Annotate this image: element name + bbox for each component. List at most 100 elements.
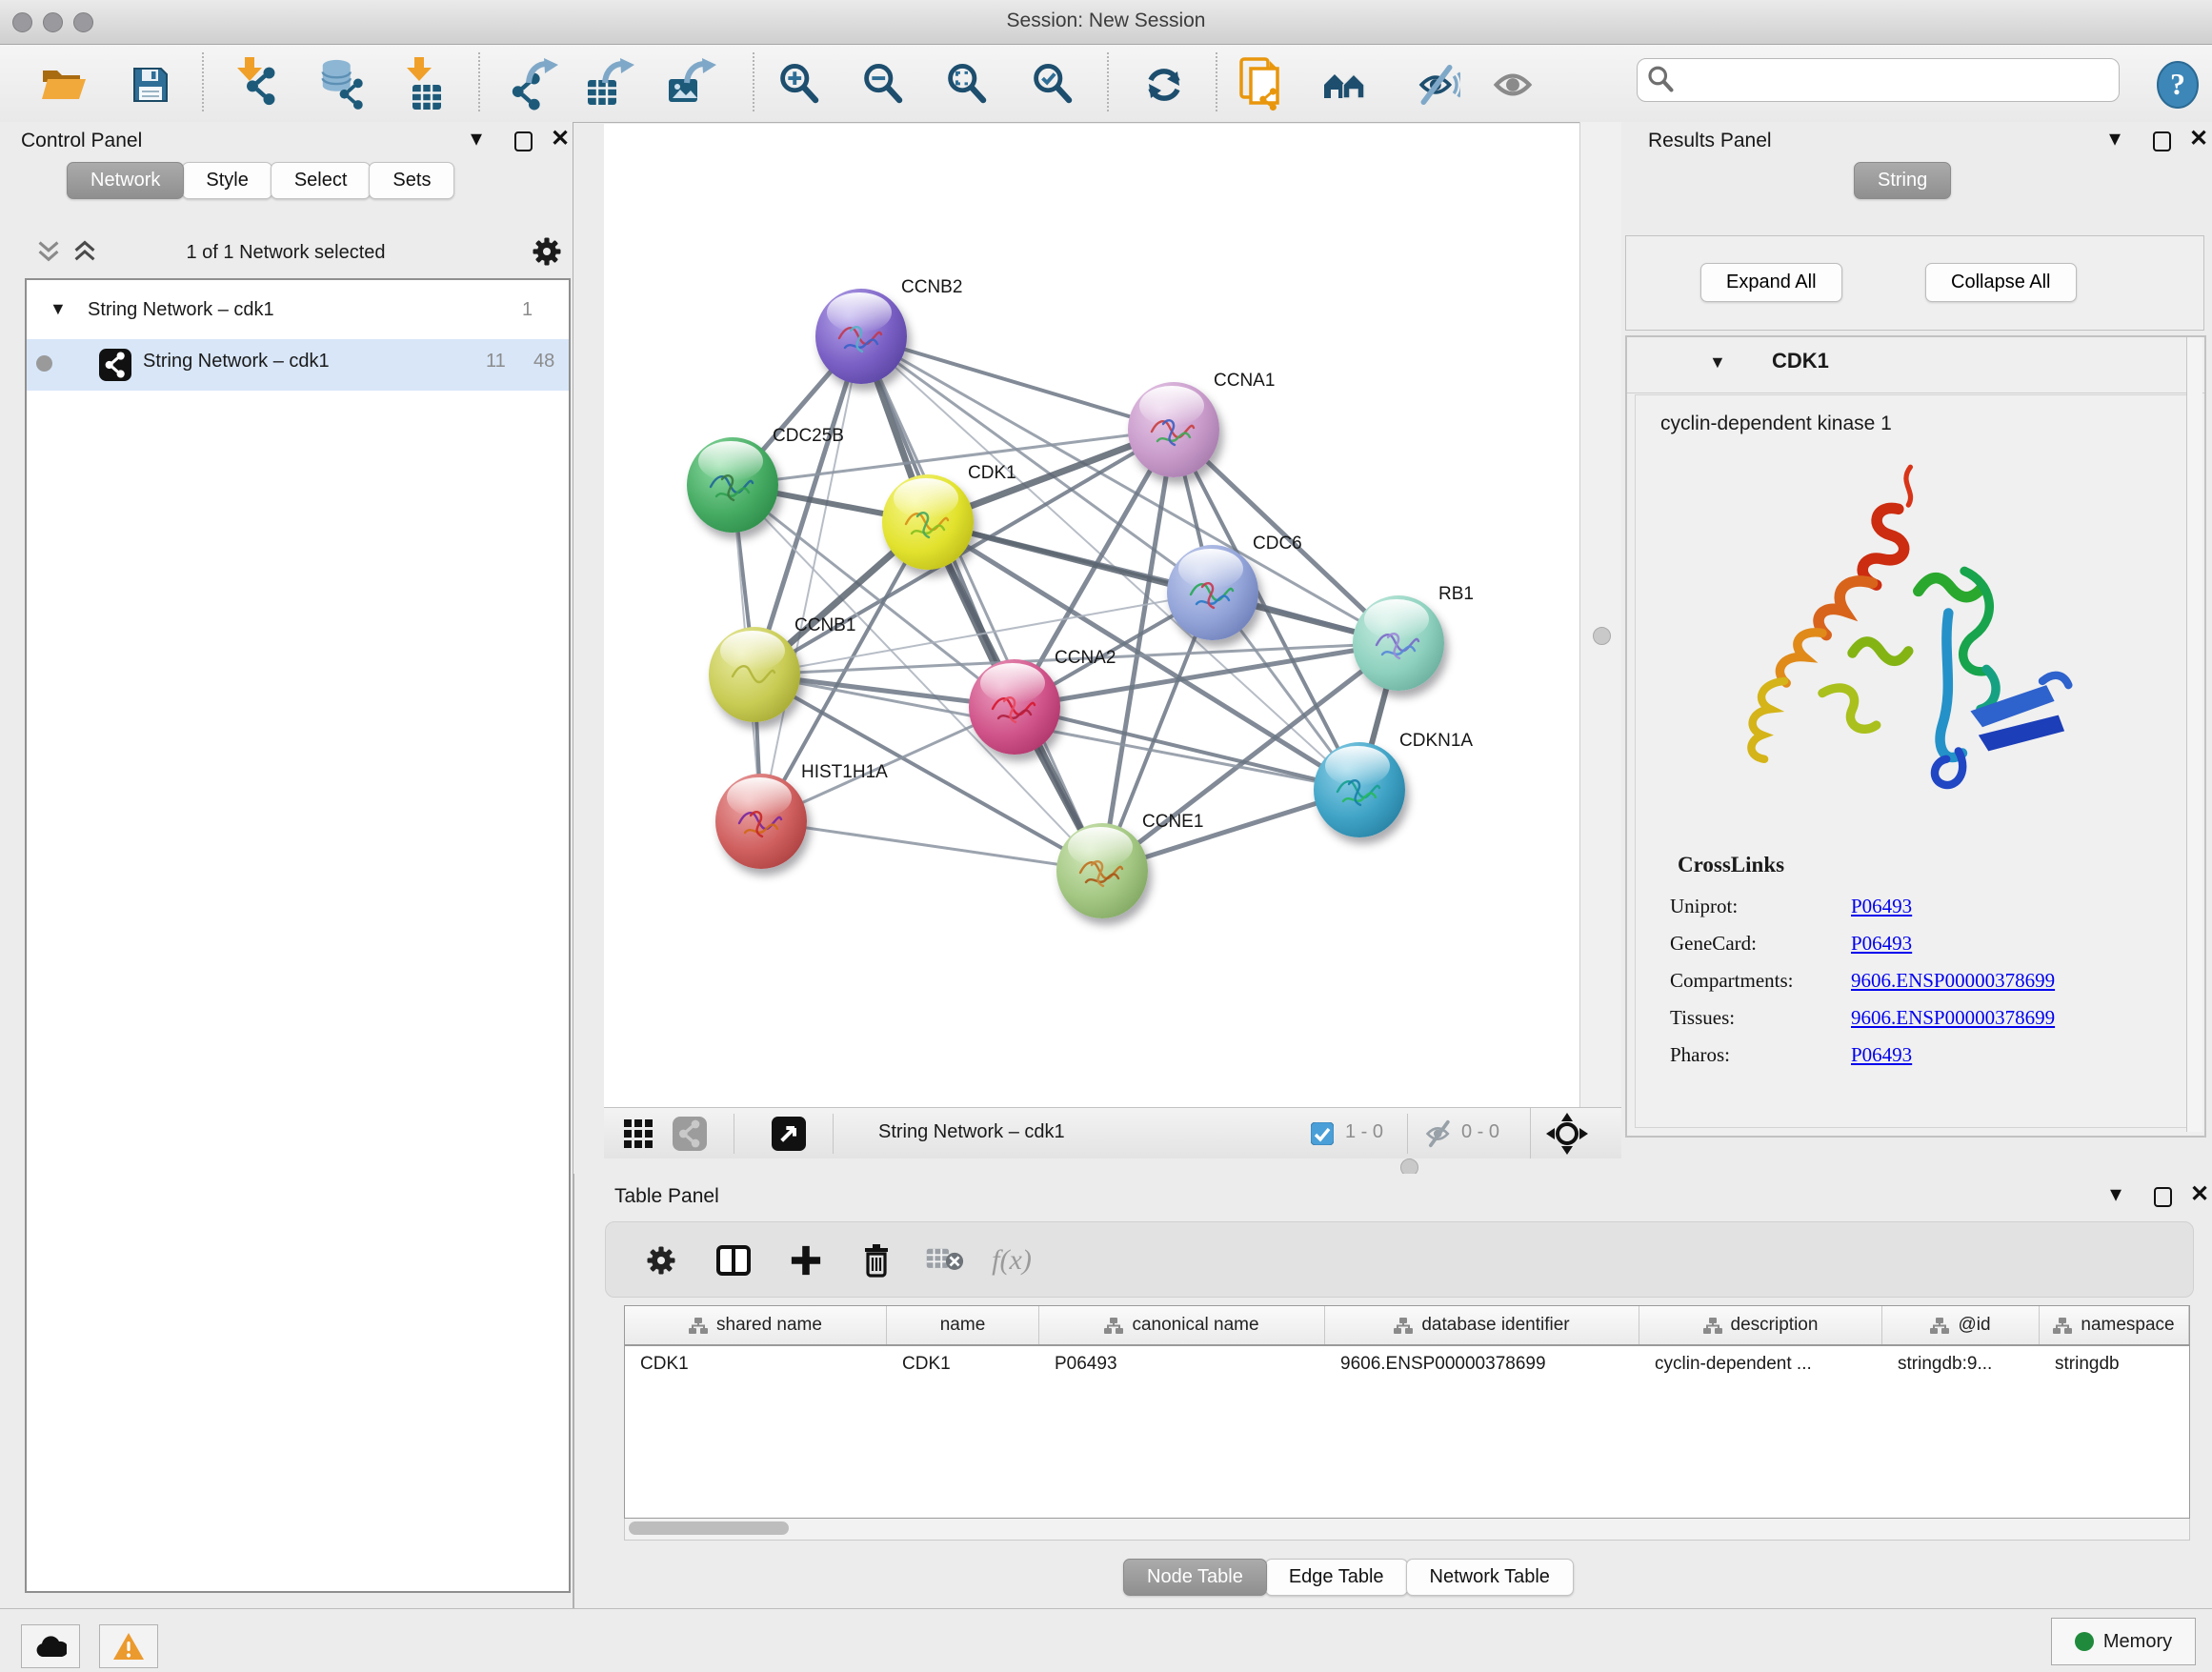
crosslink-link[interactable]: P06493 — [1851, 1043, 1912, 1067]
table-panel-close-button[interactable]: ✕ — [2190, 1185, 2209, 1204]
toolbar-divider — [1107, 52, 1109, 111]
crosslink-link[interactable]: P06493 — [1851, 895, 1912, 918]
column-header-database-identifier[interactable]: database identifier — [1325, 1306, 1639, 1344]
detach-view-button[interactable] — [772, 1117, 806, 1151]
control-panel-close-button[interactable]: ✕ — [551, 130, 570, 149]
hide-selected-button[interactable] — [1410, 58, 1463, 111]
tab-network-table[interactable]: Network Table — [1406, 1559, 1574, 1596]
zoom-out-button[interactable] — [857, 58, 911, 111]
column-header--id[interactable]: @id — [1882, 1306, 2040, 1344]
table-panel-menu-caret[interactable]: ▾ — [2110, 1185, 2122, 1204]
new-network-from-selection-button[interactable] — [1235, 58, 1288, 111]
memory-button[interactable]: Memory — [2051, 1618, 2196, 1665]
network-node-CCNA2[interactable] — [969, 659, 1060, 755]
export-table-button[interactable] — [585, 58, 638, 111]
search-input[interactable] — [1681, 63, 2104, 95]
results-panel-close-button[interactable]: ✕ — [2189, 130, 2208, 149]
create-column-button[interactable] — [785, 1239, 827, 1281]
network-node-CDKN1A[interactable] — [1314, 742, 1405, 837]
import-table-from-file-button[interactable] — [396, 58, 450, 111]
control-panel-float-button[interactable] — [514, 131, 533, 151]
import-network-from-file-button[interactable] — [231, 58, 284, 111]
tab-string[interactable]: String — [1854, 162, 1951, 199]
tab-sets[interactable]: Sets — [369, 162, 454, 199]
zoom-in-button[interactable] — [774, 58, 827, 111]
export-image-button[interactable] — [667, 58, 720, 111]
export-network-button[interactable] — [507, 58, 560, 111]
network-collection-row[interactable]: ▼ String Network – cdk1 1 — [27, 288, 569, 339]
network-share-toggle-icon[interactable] — [673, 1117, 707, 1151]
table-panel-float-button[interactable] — [2154, 1187, 2172, 1207]
cloud-status-button[interactable] — [21, 1624, 80, 1668]
table-cell[interactable]: stringdb:9... — [1882, 1346, 2040, 1382]
network-node-CCNB1[interactable] — [709, 627, 800, 722]
splitter-handle[interactable] — [1593, 627, 1611, 645]
selected-checkbox-icon[interactable] — [1311, 1122, 1334, 1145]
open-folder-icon — [39, 63, 90, 107]
section-expand-caret[interactable]: ▼ — [1709, 353, 1726, 373]
node-table: shared namenamecanonical namedatabase id… — [624, 1305, 2190, 1519]
zoom-selected-button[interactable] — [1027, 58, 1080, 111]
zoom-fit-content-button[interactable] — [941, 58, 995, 111]
table-cell[interactable]: stringdb — [2040, 1346, 2189, 1382]
horizontal-splitter[interactable] — [573, 1158, 2212, 1174]
network-canvas[interactable]: CCNB2CCNA1CDC25BCDK1CDC6RB1CCNB1CCNA2CDK… — [604, 124, 1579, 1107]
crosslink-link[interactable]: 9606.ENSP00000378699 — [1851, 969, 2055, 993]
show-columns-button[interactable] — [713, 1239, 754, 1281]
save-session-button[interactable] — [124, 58, 177, 111]
help-button[interactable]: ? — [2151, 58, 2204, 111]
results-panel-menu-caret[interactable]: ▾ — [2109, 130, 2121, 149]
vertical-splitter[interactable] — [1579, 122, 1624, 1158]
delete-column-button[interactable] — [855, 1239, 897, 1281]
results-panel-float-button[interactable] — [2153, 131, 2171, 151]
network-node-CDC25B[interactable] — [687, 437, 778, 533]
apply-preferred-layout-button[interactable] — [1137, 58, 1191, 111]
network-node-CDK1[interactable] — [882, 474, 974, 570]
delete-table-icon — [926, 1246, 964, 1275]
network-node-RB1[interactable] — [1353, 595, 1444, 691]
delete-table-button[interactable] — [924, 1239, 966, 1281]
scrollbar-thumb[interactable] — [629, 1521, 789, 1535]
tab-edge-table[interactable]: Edge Table — [1265, 1559, 1408, 1596]
network-node-HIST1H1A[interactable] — [715, 774, 807, 869]
column-header-namespace[interactable]: namespace — [2040, 1306, 2189, 1344]
collapse-all-button[interactable]: Collapse All — [1925, 263, 2077, 302]
table-options-gear-button[interactable] — [640, 1239, 682, 1281]
tab-network[interactable]: Network — [67, 162, 184, 199]
show-all-button[interactable] — [1486, 58, 1539, 111]
network-row-selected[interactable]: String Network – cdk1 11 48 — [27, 339, 569, 391]
expand-all-button[interactable]: Expand All — [1700, 263, 1842, 302]
network-node-CCNB2[interactable] — [815, 289, 907, 384]
center-view-button[interactable] — [1545, 1112, 1589, 1161]
tab-style[interactable]: Style — [182, 162, 271, 199]
tab-select[interactable]: Select — [271, 162, 372, 199]
network-node-CDC6[interactable] — [1167, 545, 1258, 640]
protein-section-header[interactable]: ▼ CDK1 — [1627, 337, 2204, 393]
tab-node-table[interactable]: Node Table — [1123, 1559, 1267, 1596]
import-network-from-database-button[interactable] — [316, 58, 370, 111]
crosslink-link[interactable]: 9606.ENSP00000378699 — [1851, 1006, 2055, 1030]
crosslink-link[interactable]: P06493 — [1851, 932, 1912, 956]
birds-eye-view-button[interactable] — [623, 1118, 654, 1155]
column-header-shared-name[interactable]: shared name — [625, 1306, 887, 1344]
table-row[interactable]: CDK1CDK1P064939606.ENSP00000378699cyclin… — [625, 1346, 2189, 1382]
network-node-CCNA1[interactable] — [1128, 382, 1219, 477]
table-cell[interactable]: P06493 — [1039, 1346, 1325, 1382]
warnings-button[interactable] — [99, 1624, 158, 1668]
table-cell[interactable]: cyclin-dependent ... — [1639, 1346, 1882, 1382]
column-header-name[interactable]: name — [887, 1306, 1039, 1344]
table-horizontal-scrollbar[interactable] — [624, 1519, 2190, 1541]
table-cell[interactable]: 9606.ENSP00000378699 — [1325, 1346, 1639, 1382]
control-panel-menu-caret[interactable]: ▾ — [471, 130, 482, 149]
table-cell[interactable]: CDK1 — [887, 1346, 1039, 1382]
first-neighbors-button[interactable] — [1322, 58, 1376, 111]
open-session-button[interactable] — [38, 58, 91, 111]
results-scrollbar[interactable] — [2186, 337, 2202, 1132]
collection-expand-caret[interactable]: ▼ — [50, 299, 67, 319]
function-builder-button[interactable]: f(x) — [991, 1239, 1033, 1281]
column-header-description[interactable]: description — [1639, 1306, 1882, 1344]
table-cell[interactable]: CDK1 — [625, 1346, 887, 1382]
column-header-canonical-name[interactable]: canonical name — [1039, 1306, 1325, 1344]
network-options-gear-button[interactable] — [530, 234, 564, 273]
network-node-CCNE1[interactable] — [1056, 823, 1148, 918]
